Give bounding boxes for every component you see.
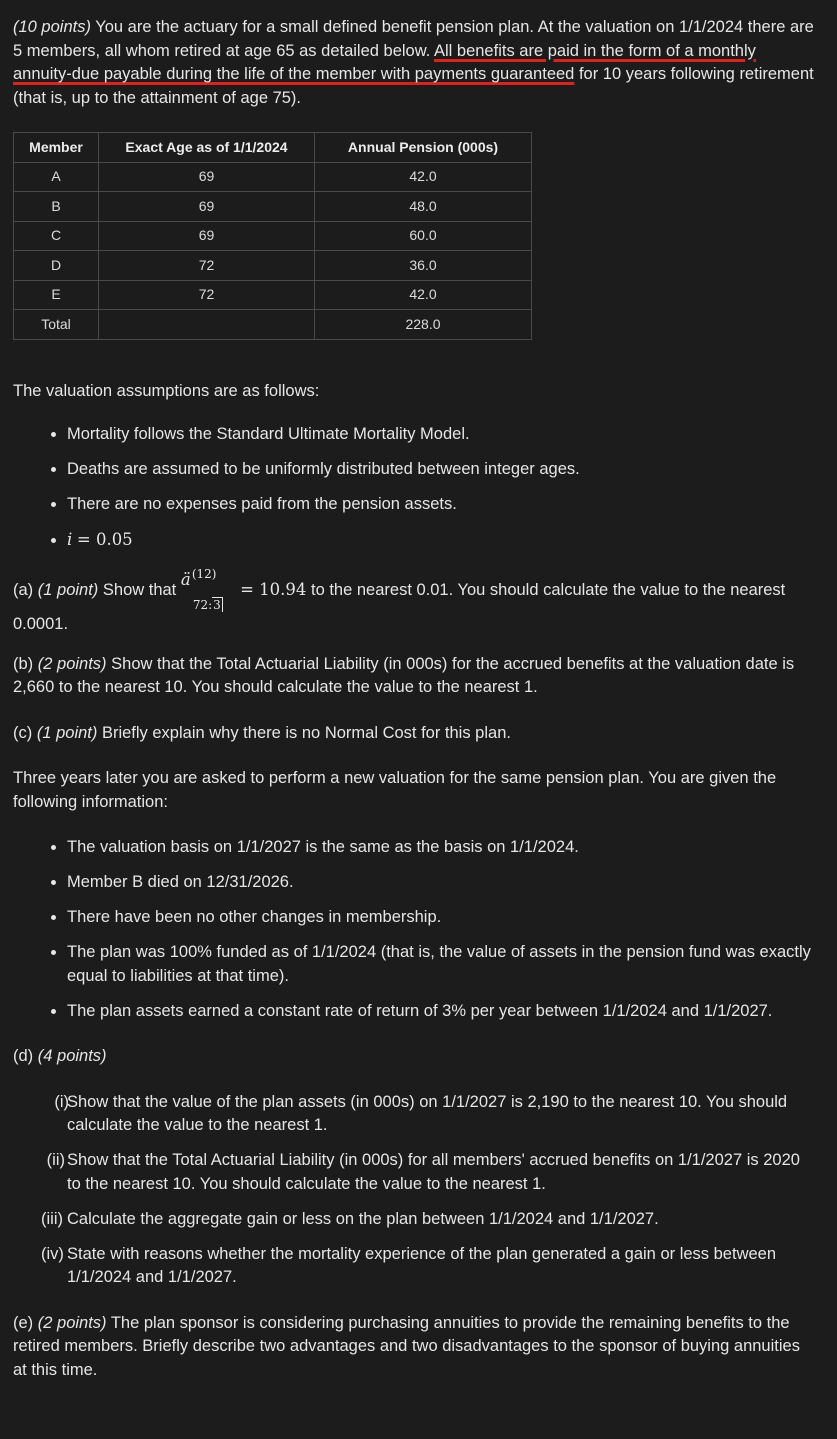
cell-member: C — [13, 220, 99, 251]
header-pension: Annual Pension (000s) — [314, 132, 532, 163]
table-row: C 69 60.0 — [13, 220, 532, 251]
item-number: (ii) — [46, 1151, 65, 1169]
member-table: Member Exact Age as of 1/1/2024 Annual P… — [13, 132, 532, 340]
item-number: (iv) — [41, 1244, 64, 1263]
cell-age: 72 — [98, 279, 315, 310]
cell-pension: 60.0 — [314, 220, 532, 251]
part-c: (c) (1 point) Briefly explain why there … — [13, 722, 818, 746]
list-item: The valuation basis on 1/1/2027 is the s… — [67, 836, 818, 860]
list-item: (iii) Calculate the aggregate gain or les… — [41, 1208, 818, 1232]
table-row: A 69 42.0 — [13, 161, 532, 192]
part-d-label: (d) — [13, 1047, 34, 1065]
list-item: Member B died on 12/31/2026. — [67, 871, 818, 895]
cell-age: 69 — [98, 191, 315, 222]
cell-age: 69 — [98, 161, 315, 192]
cell-member: A — [13, 161, 99, 192]
question-document: (10 points) You are the actuary for a sm… — [13, 16, 818, 1404]
header-member: Member — [13, 132, 99, 163]
assumptions-heading: The valuation assumptions are as follows… — [13, 381, 320, 400]
part-b-label: (b) — [13, 654, 34, 673]
part-b-points: (2 points) — [37, 654, 107, 673]
item-number: (i) — [54, 1092, 69, 1111]
part-a-text: Show that — [98, 580, 181, 599]
item-text: Calculate the aggregate gain or less on … — [67, 1209, 659, 1228]
annuity-superscript: (12) — [191, 566, 217, 581]
list-item: There have been no other changes in memb… — [67, 906, 818, 930]
part-a-label: (a) — [13, 580, 34, 599]
cell-age — [98, 309, 315, 340]
interest-symbol: i — [67, 530, 73, 549]
cell-pension: 228.0 — [314, 309, 532, 340]
table-row: D 72 36.0 — [13, 250, 532, 281]
list-item: (iv) State with reasons whether the morta… — [41, 1243, 818, 1290]
part-e: (e) (2 points) The plan sponsor is consi… — [13, 1312, 818, 1383]
assumptions-list: Mortality follows the Standard Ultimate … — [13, 423, 818, 553]
list-item: There are no expenses paid from the pens… — [67, 493, 818, 517]
table-header-row: Member Exact Age as of 1/1/2024 Annual P… — [13, 132, 532, 163]
cell-pension: 42.0 — [314, 161, 532, 192]
part-a-points: (1 point) — [37, 580, 99, 599]
item-text: Show that the value of the plan assets (… — [67, 1092, 788, 1135]
list-item: The plan assets earned a constant rate o… — [67, 1000, 818, 1024]
cell-age: 72 — [98, 250, 315, 281]
list-item: Deaths are assumed to be uniformly distr… — [67, 458, 818, 482]
interest-value: = 0.05 — [76, 530, 133, 549]
cell-pension: 42.0 — [314, 279, 532, 310]
cell-member: B — [13, 191, 99, 222]
cell-member: E — [13, 279, 99, 310]
part-b: (b) (2 points) Show that the Total Actua… — [13, 653, 818, 700]
annuity-a: ä — [180, 569, 191, 589]
header-age: Exact Age as of 1/1/2024 — [98, 132, 315, 163]
item-number: (iii) — [41, 1209, 63, 1228]
list-item: Mortality follows the Standard Ultimate … — [67, 423, 818, 447]
part-c-text: Briefly explain why there is no Normal C… — [97, 723, 511, 742]
annuity-term: 3 — [212, 596, 223, 612]
annuity-due-symbol: ä (12) 72:3 — [181, 567, 235, 612]
cell-age: 69 — [98, 220, 315, 251]
list-item: i = 0.05 — [67, 528, 818, 553]
info-list: The valuation basis on 1/1/2027 is the s… — [13, 836, 818, 1023]
annuity-age: 72: — [192, 597, 213, 612]
part-a: (a) (1 point) Show that ä (12) 72:3 = 10.9… — [13, 567, 818, 641]
intro-points: (10 points) — [13, 18, 91, 36]
part-e-points: (2 points) — [37, 1313, 107, 1332]
cell-pension: 36.0 — [314, 250, 532, 281]
intro-paragraph: (10 points) You are the actuary for a sm… — [13, 16, 818, 110]
part-d-list: (i) Show that the value of the plan asset… — [13, 1091, 818, 1290]
cell-pension: 48.0 — [314, 191, 532, 222]
part-a-value: = 10.94 — [234, 579, 307, 599]
cell-member: D — [13, 250, 99, 281]
part-e-text: The plan sponsor is considering purchasi… — [13, 1313, 800, 1379]
part-b-text: Show that the Total Actuarial Liability … — [13, 654, 795, 697]
table-total-row: Total 228.0 — [13, 309, 532, 340]
table-row: E 72 42.0 — [13, 279, 532, 310]
item-text: Show that the Total Actuarial Liability … — [67, 1151, 800, 1193]
part-c-label: (c) — [13, 723, 33, 742]
item-text: State with reasons whether the mortality… — [67, 1244, 777, 1287]
part-c-points: (1 point) — [36, 723, 98, 742]
part-d-points: (4 points) — [37, 1047, 107, 1065]
table-row: B 69 48.0 — [13, 191, 532, 222]
list-item: (ii) Show that the Total Actuarial Liabil… — [41, 1149, 818, 1196]
part-e-label: (e) — [13, 1313, 34, 1332]
list-item: The plan was 100% funded as of 1/1/2024 … — [67, 941, 818, 988]
list-item: (i) Show that the value of the plan asset… — [41, 1091, 818, 1138]
annuity-subscript: 72:3 — [192, 596, 223, 612]
cell-member: Total — [13, 309, 99, 340]
three-years-paragraph: Three years later you are asked to perfo… — [13, 769, 777, 811]
part-d: (d) (4 points) — [13, 1045, 818, 1069]
